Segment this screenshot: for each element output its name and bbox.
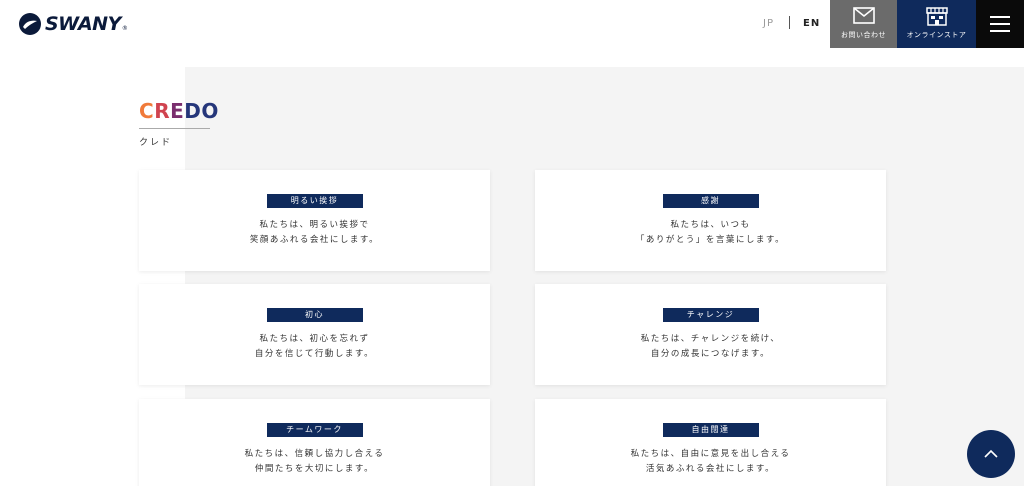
credo-card-text: 私たちは、信頼し協力し合える 仲間たちを大切にします。 bbox=[244, 449, 385, 474]
swany-logo[interactable]: SWANY ® bbox=[18, 12, 128, 36]
credo-card: 自由闊達 私たちは、自由に意見を出し合える 活気あふれる会社にします。 bbox=[535, 399, 886, 486]
credo-card-tag: 感謝 bbox=[662, 194, 759, 208]
credo-card-tag: チャレンジ bbox=[662, 308, 759, 322]
lang-en-link[interactable]: EN bbox=[803, 18, 820, 29]
title-underline bbox=[139, 128, 210, 129]
credo-card: 感謝 私たちは、いつも 「ありがとう」を言葉にします。 bbox=[535, 170, 886, 271]
credo-card-text: 私たちは、初心を忘れず 自分を信じて行動します。 bbox=[254, 334, 375, 359]
contact-label: お問い合わせ bbox=[841, 31, 886, 39]
chevron-up-icon bbox=[984, 449, 998, 458]
credo-card-text: 私たちは、明るい挨拶で 笑顔あふれる会社にします。 bbox=[249, 220, 380, 245]
section-subtitle: クレド bbox=[139, 138, 173, 148]
credo-card-tag: 初心 bbox=[266, 308, 363, 322]
mail-icon bbox=[852, 7, 875, 24]
lang-jp-link[interactable]: JP bbox=[763, 18, 774, 29]
credo-card-tag: チームワーク bbox=[266, 423, 363, 437]
logo-registered-mark: ® bbox=[121, 25, 128, 32]
credo-card-text: 私たちは、いつも 「ありがとう」を言葉にします。 bbox=[635, 220, 786, 245]
store-icon bbox=[925, 7, 948, 26]
logo-text: SWANY bbox=[45, 13, 121, 35]
online-store-label: オンラインストア bbox=[906, 31, 967, 39]
swan-logo-icon bbox=[19, 13, 41, 35]
credo-card-text: 私たちは、自由に意見を出し合える 活気あふれる会社にします。 bbox=[630, 449, 791, 474]
scroll-top-button[interactable] bbox=[967, 430, 1015, 478]
credo-card: チャレンジ 私たちは、チャレンジを続け、 自分の成長につなげます。 bbox=[535, 284, 886, 385]
credo-card-tag: 明るい挨拶 bbox=[266, 194, 363, 208]
menu-button[interactable] bbox=[976, 0, 1024, 48]
credo-card: 初心 私たちは、初心を忘れず 自分を信じて行動します。 bbox=[139, 284, 490, 385]
credo-card: チームワーク 私たちは、信頼し協力し合える 仲間たちを大切にします。 bbox=[139, 399, 490, 486]
section-title: CREDO bbox=[139, 99, 219, 123]
lang-divider bbox=[789, 16, 790, 29]
credo-card-text: 私たちは、チャレンジを続け、 自分の成長につなげます。 bbox=[640, 334, 781, 359]
online-store-button[interactable]: オンラインストア bbox=[897, 0, 976, 48]
credo-card: 明るい挨拶 私たちは、明るい挨拶で 笑顔あふれる会社にします。 bbox=[139, 170, 490, 271]
site-header: SWANY ® JP EN お問い合わせ オンラインストア bbox=[0, 0, 1024, 48]
credo-card-tag: 自由闊達 bbox=[662, 423, 759, 437]
contact-button[interactable]: お問い合わせ bbox=[830, 0, 897, 48]
